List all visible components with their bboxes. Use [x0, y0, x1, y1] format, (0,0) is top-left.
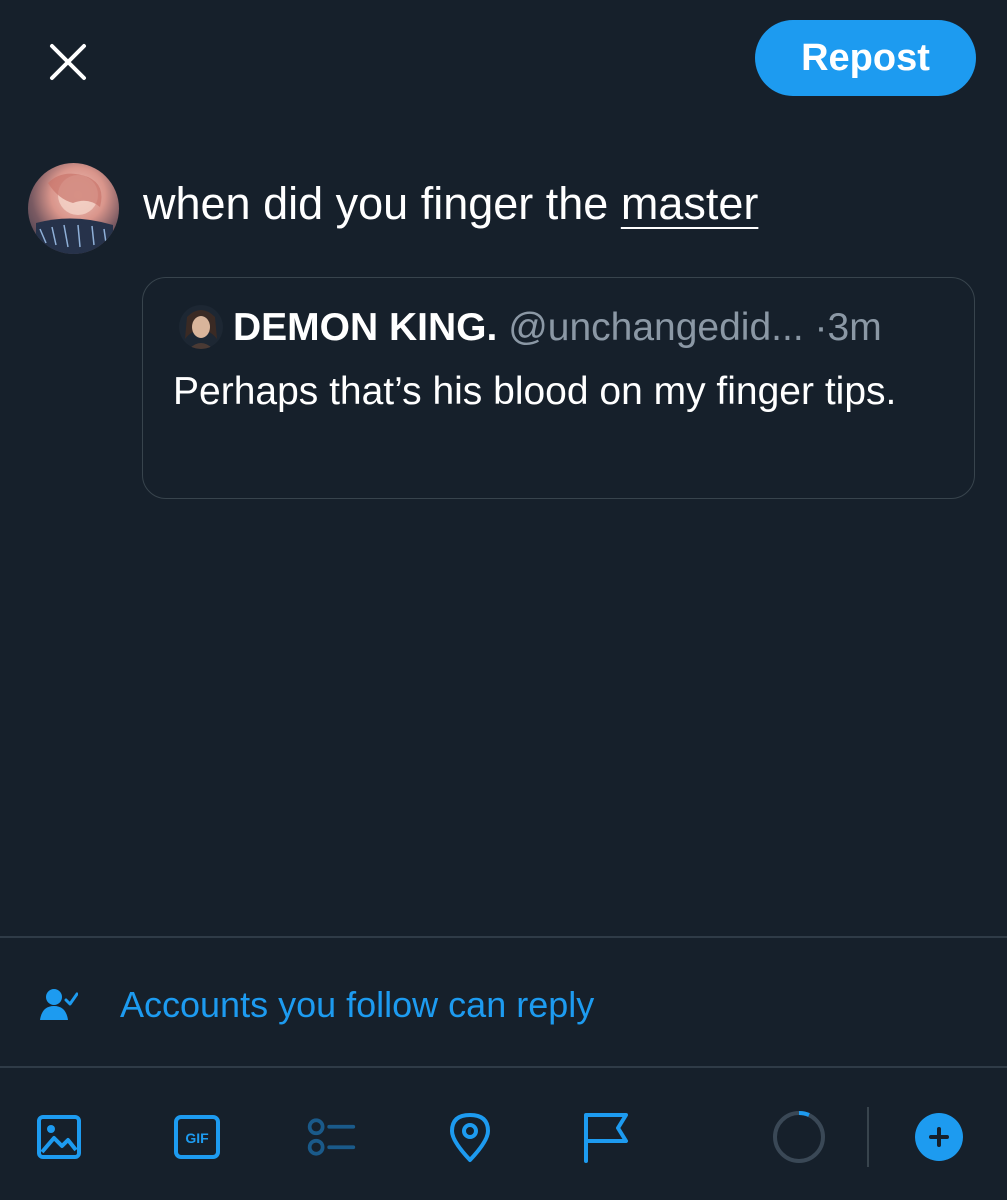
flag-button[interactable] — [580, 1111, 632, 1163]
image-button[interactable] — [33, 1111, 85, 1163]
poll-icon — [307, 1118, 356, 1156]
quoted-post-handle: @unchangedid... — [508, 306, 804, 349]
location-icon — [450, 1113, 490, 1162]
compose-text-plain: when did you finger the — [143, 178, 621, 229]
character-count-ring-icon — [773, 1111, 825, 1163]
gif-button[interactable]: GIF — [171, 1111, 223, 1163]
svg-text:GIF: GIF — [185, 1130, 209, 1146]
toolbar-separator — [867, 1107, 869, 1167]
quoted-post-time: 3m — [827, 306, 882, 349]
reply-setting-label: Accounts you follow can reply — [120, 984, 595, 1025]
user-avatar[interactable] — [28, 163, 119, 254]
image-icon — [37, 1115, 81, 1159]
compose-text[interactable]: when did you finger the master — [143, 178, 758, 230]
avatar-art — [36, 173, 113, 254]
repost-button[interactable]: Repost — [755, 20, 976, 96]
divider-top — [0, 936, 1007, 938]
quoted-post-separator: · — [814, 306, 828, 349]
divider-bottom — [0, 1066, 1007, 1068]
quoted-post-body: Perhaps that’s his blood on my finger ti… — [173, 370, 897, 413]
close-button[interactable] — [40, 34, 96, 90]
location-button[interactable] — [444, 1111, 496, 1163]
flag-icon — [584, 1113, 628, 1163]
reply-setting-button[interactable]: Accounts you follow can reply — [40, 975, 594, 1035]
close-icon — [50, 44, 86, 80]
compose-text-link[interactable]: master — [621, 178, 759, 229]
poll-button[interactable] — [305, 1111, 357, 1163]
add-thread-button[interactable] — [913, 1111, 965, 1163]
quoted-post-display-name: DEMON KING. — [233, 306, 498, 349]
quoted-post-card[interactable]: DEMON KING. @unchangedid... ·3m Perhaps … — [142, 277, 975, 499]
quoted-post-header: DEMON KING. @unchangedid... ·3m — [233, 306, 882, 350]
add-thread-icon — [915, 1113, 963, 1161]
quoted-post-avatar — [179, 305, 223, 349]
character-count-ring — [771, 1109, 827, 1165]
person-check-icon — [40, 989, 78, 1020]
gif-icon: GIF — [174, 1115, 220, 1159]
